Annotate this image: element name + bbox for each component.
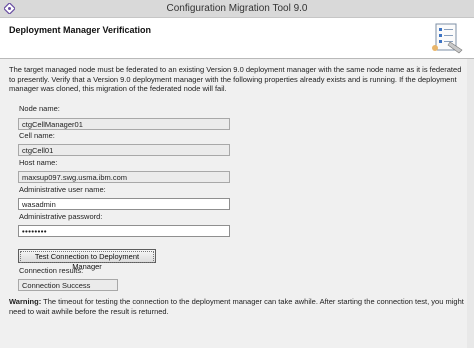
admin-user-label: Administrative user name: <box>19 185 106 194</box>
page-header: Deployment Manager Verification <box>0 18 474 59</box>
warning-body: The timeout for testing the connection t… <box>9 297 464 316</box>
connection-results-label: Connection results: <box>19 266 84 275</box>
admin-password-field[interactable]: •••••••• <box>18 225 230 237</box>
test-connection-button[interactable]: Test Connection to Deployment Manager <box>18 249 156 271</box>
connection-results-field[interactable] <box>18 279 118 291</box>
host-name-field[interactable] <box>18 171 230 183</box>
host-name-label: Host name: <box>19 158 58 167</box>
main-content: The target managed node must be federate… <box>0 59 474 348</box>
checklist-icon <box>432 23 463 54</box>
warning-label: Warning: <box>9 297 42 306</box>
admin-password-label: Administrative password: <box>19 212 103 221</box>
node-name-label: Node name: <box>19 104 60 113</box>
window-title: Configuration Migration Tool 9.0 <box>166 3 308 14</box>
node-name-field[interactable] <box>18 118 230 130</box>
admin-user-field[interactable] <box>18 198 230 210</box>
title-bar: Configuration Migration Tool 9.0 <box>0 0 474 18</box>
intro-text: The target managed node must be federate… <box>9 65 462 93</box>
scrollbar[interactable] <box>467 59 474 348</box>
cell-name-field[interactable] <box>18 144 230 156</box>
page-title: Deployment Manager Verification <box>9 25 152 35</box>
cell-name-label: Cell name: <box>19 131 55 140</box>
test-connection-label: Test Connection to Deployment Manager <box>20 251 154 271</box>
warning-text: Warning: The timeout for testing the con… <box>9 297 467 316</box>
